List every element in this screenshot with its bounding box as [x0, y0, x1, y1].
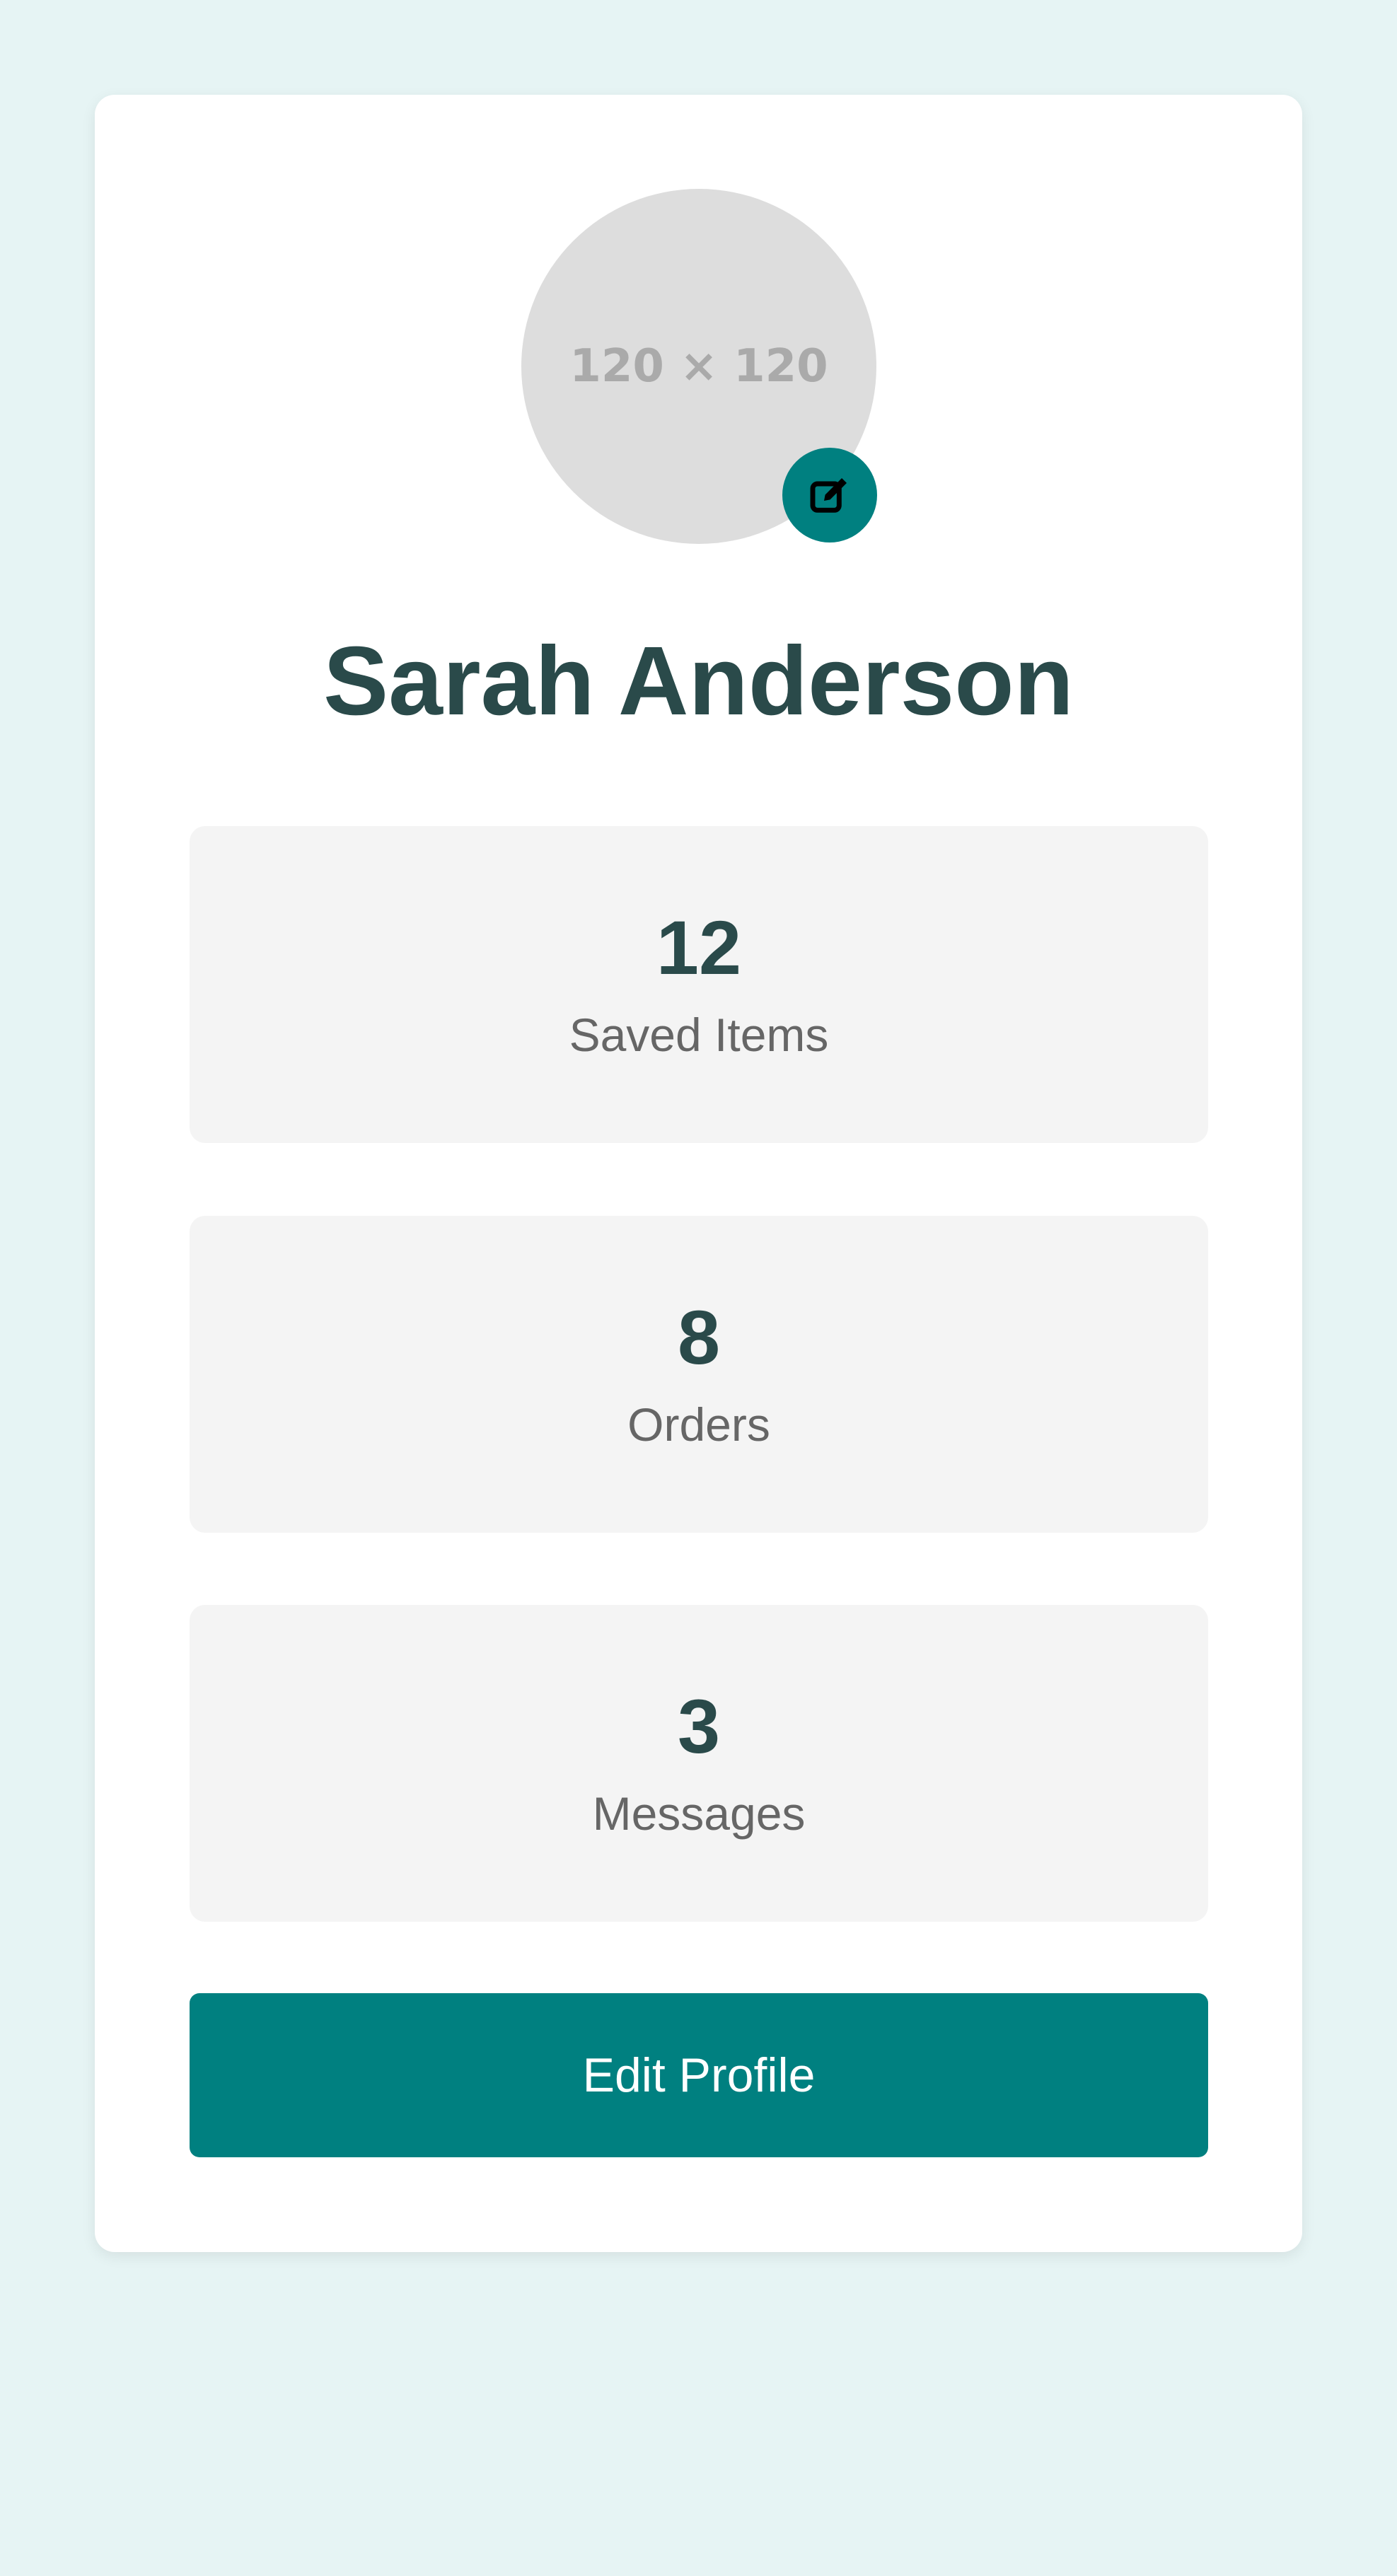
profile-card: 120 × 120 Sarah Anderson 12 Saved Items …	[95, 95, 1302, 2252]
stat-card-saved-items: 12 Saved Items	[190, 826, 1208, 1143]
stat-value: 3	[677, 1683, 721, 1769]
stat-value: 8	[677, 1294, 721, 1380]
avatar-placeholder-text: 120 × 120	[569, 340, 828, 393]
edit-avatar-button[interactable]	[782, 448, 877, 543]
stat-card-messages: 3 Messages	[190, 1605, 1208, 1922]
stat-label: Orders	[627, 1398, 770, 1451]
edit-profile-button[interactable]: Edit Profile	[190, 1993, 1208, 2157]
stat-label: Saved Items	[569, 1009, 829, 1061]
avatar-container: 120 × 120	[521, 189, 877, 544]
stat-label: Messages	[592, 1787, 806, 1840]
profile-name: Sarah Anderson	[323, 627, 1074, 736]
pencil-square-icon	[810, 478, 847, 513]
stat-value: 12	[656, 905, 742, 990]
stat-card-orders: 8 Orders	[190, 1216, 1208, 1533]
